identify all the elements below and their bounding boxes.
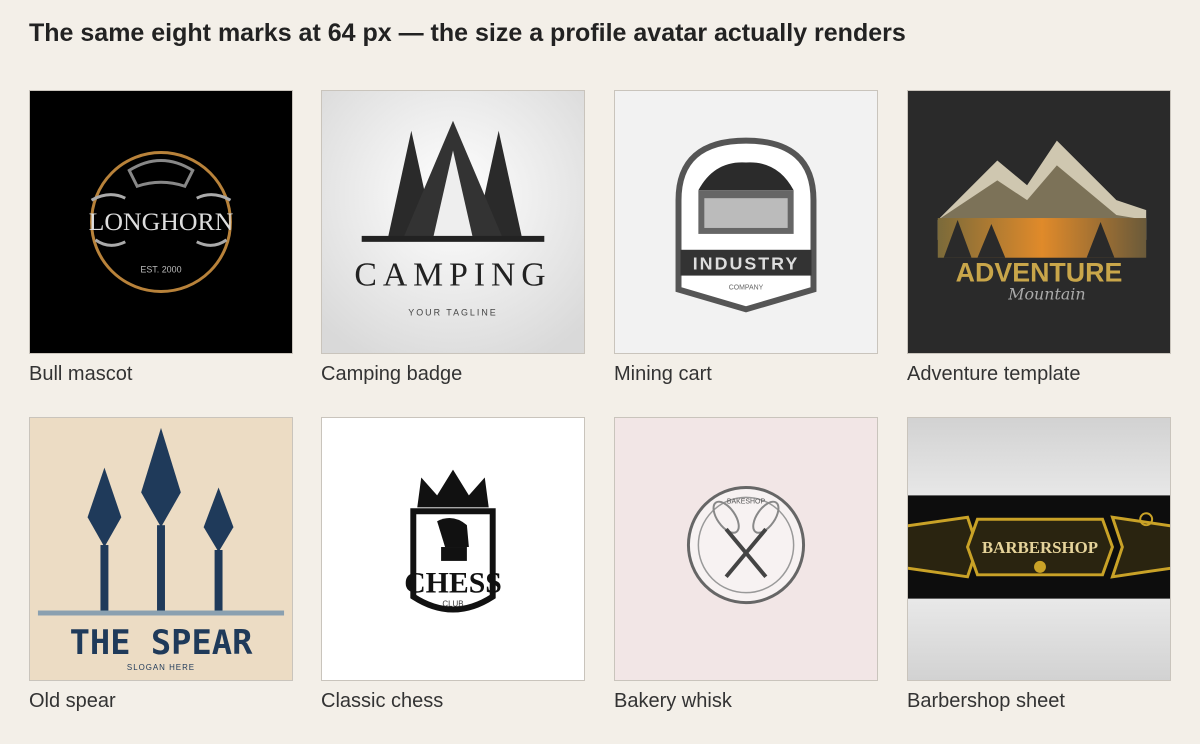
logo-tile-barbershop-sheet[interactable]: BARBERSHOP Barbershop sheet [907,417,1171,713]
tile-caption: Bakery whisk [614,690,732,712]
barbershop-sheet-logo-image: BARBERSHOP [907,417,1171,681]
bull-logo-sub: EST. 2000 [140,265,181,275]
logo-tile-camping-badge[interactable]: CAMPING YOUR TAGLINE Camping badge [321,90,585,386]
spear-logo-sub: SLOGAN HERE [127,663,195,672]
mining-logo-sub: COMPANY [729,284,764,291]
classic-chess-logo-image: CHESS CLUB [321,417,585,681]
bakery-logo-text: BAKESHOP [727,498,766,505]
tile-caption: Bull mascot [29,363,133,385]
mining-logo-text: INDUSTRY [693,254,800,274]
tile-caption: Mining cart [614,363,712,385]
bull-mascot-logo-image: LONGHORN EST. 2000 [29,90,293,354]
tile-caption: Camping badge [321,363,463,385]
barbershop-logo-text: BARBERSHOP [982,538,1098,557]
camping-logo-sub: YOUR TAGLINE [408,307,497,317]
mining-cart-logo-image: INDUSTRY COMPANY [614,90,878,354]
camping-logo-image: CAMPING YOUR TAGLINE [321,90,585,354]
bakery-whisk-logo-image: BAKESHOP [614,417,878,681]
tile-caption: Old spear [29,690,116,712]
logo-tile-mining-cart[interactable]: INDUSTRY COMPANY Mining cart [614,90,878,386]
tile-caption: Classic chess [321,690,444,712]
adventure-logo-sub: Mountain [1007,284,1085,303]
chess-logo-sub: CLUB [442,600,463,609]
tile-caption: Barbershop sheet [907,690,1065,712]
logo-tile-bakery-whisk[interactable]: BAKESHOP Bakery whisk [614,417,878,713]
logo-tile-adventure-template[interactable]: ADVENTURE Mountain Adventure template [907,90,1171,386]
tile-caption: Adventure template [907,363,1081,385]
adventure-logo-text: ADVENTURE [956,258,1123,288]
old-spear-logo-image: THE SPEAR SLOGAN HERE [29,417,293,681]
page-title: The same eight marks at 64 px — the size… [29,19,906,47]
logo-tile-classic-chess[interactable]: CHESS CLUB Classic chess [321,417,585,713]
bull-logo-text: LONGHORN [89,207,234,236]
spear-logo-text: THE SPEAR [70,623,253,662]
chess-logo-text: CHESS [404,567,502,600]
adventure-logo-image: ADVENTURE Mountain [907,90,1171,354]
camping-logo-text: CAMPING [354,257,551,294]
logo-tile-old-spear[interactable]: THE SPEAR SLOGAN HERE Old spear [29,417,293,713]
logo-tile-bull-mascot[interactable]: LONGHORN EST. 2000 Bull mascot [29,90,293,386]
